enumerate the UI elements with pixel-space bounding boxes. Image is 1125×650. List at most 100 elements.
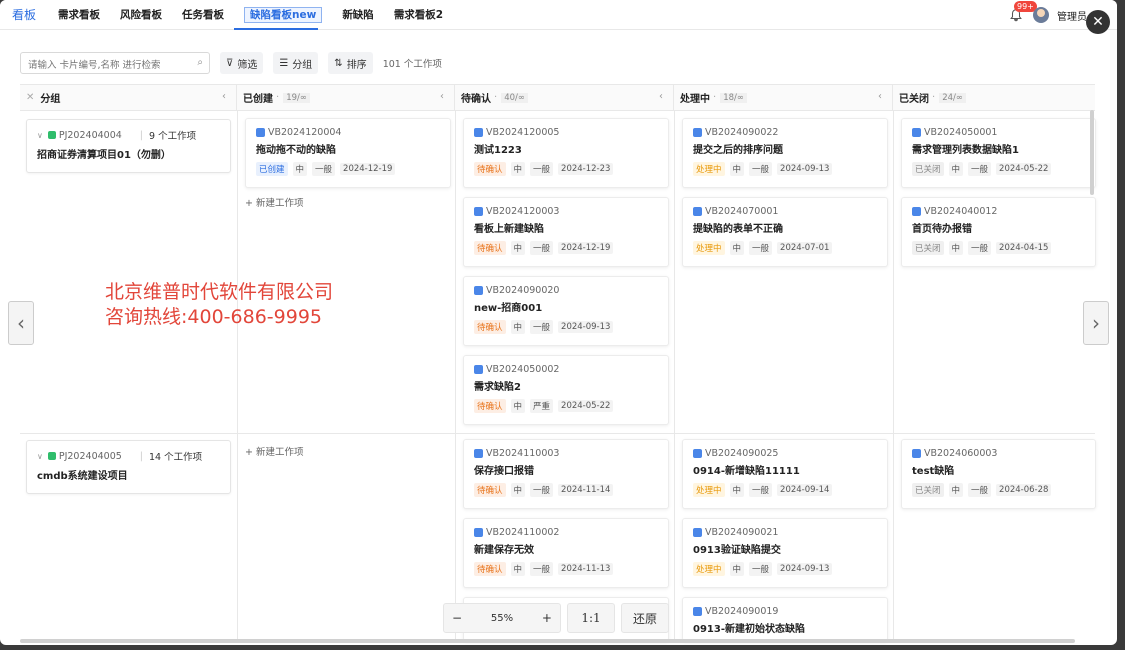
tab-new-defect[interactable]: 新缺陷 bbox=[332, 0, 384, 30]
work-item-card[interactable]: VB2024050001 需求管理列表数据缺陷1 已关闭中一般 2024-05-22 bbox=[901, 118, 1096, 188]
sort-button[interactable]: ⇅ 排序 bbox=[328, 52, 373, 74]
date-badge: 2024-05-22 bbox=[558, 400, 614, 412]
zoom-out-button[interactable]: − bbox=[452, 611, 462, 625]
card-tags: 已关闭中一般 2024-06-28 bbox=[912, 483, 1085, 497]
filter-button[interactable]: ⊽ 筛选 bbox=[220, 52, 264, 74]
defect-type-icon bbox=[912, 128, 921, 137]
board-toolbar: ⌕ ⊽筛选 ☰分组 ⇅排序 101 个工作项 bbox=[20, 52, 442, 76]
group-id: PJ202404005 bbox=[58, 450, 122, 462]
work-item-card[interactable]: VB2024090021 0913验证缺陷提交 处理中中一般 2024-09-13 bbox=[682, 518, 888, 588]
work-item-card[interactable]: VB2024090022 提交之后的排序问题 处理中中一般 2024-09-13 bbox=[682, 118, 888, 188]
chevron-down-icon[interactable]: ∨ bbox=[37, 452, 43, 461]
chevron-left-icon[interactable]: ‹ bbox=[222, 91, 226, 102]
collapse-all-icon[interactable]: ✕ bbox=[26, 92, 34, 103]
search-box: ⌕ bbox=[20, 52, 210, 76]
chevron-left-icon[interactable]: ‹ bbox=[440, 91, 444, 102]
tab-task-board[interactable]: 任务看板 bbox=[172, 0, 234, 30]
work-item-card[interactable]: VB2024090025 0914-新增缺陷11111 处理中中一般 2024-09-… bbox=[682, 439, 888, 509]
scroll-left-button[interactable]: ‹ bbox=[8, 301, 34, 345]
severity-badge: 一般 bbox=[968, 241, 992, 255]
group-card[interactable]: ∨ PJ202404005 | 14 个工作项 cmdb系统建设项目 bbox=[26, 440, 231, 494]
username[interactable]: 管理员 bbox=[1057, 8, 1087, 23]
work-item-card[interactable]: VB2024120003 看板上新建缺陷 待确认中一般 2024-12-19 bbox=[463, 197, 669, 267]
card-title: 提交之后的排序问题 bbox=[693, 145, 783, 156]
defect-type-icon bbox=[912, 449, 921, 458]
card-id: VB2024060003 bbox=[924, 448, 998, 459]
group-count: 14 个工作项 bbox=[149, 452, 203, 463]
new-item-button[interactable]: + 新建工作项 bbox=[245, 444, 304, 458]
work-item-card[interactable]: VB2024090019 0913-新建初始状态缺陷 bbox=[682, 597, 888, 641]
work-item-card[interactable]: VB2024060003 test缺陷 已关闭中一般 2024-06-28 bbox=[901, 439, 1096, 509]
work-item-card[interactable]: VB2024070001 提缺陷的表单不正确 处理中中一般 2024-07-01 bbox=[682, 197, 888, 267]
zoom-restore-button[interactable]: 还原 bbox=[621, 603, 669, 633]
card-title: 保存接口报错 bbox=[474, 466, 534, 477]
column-title: 分组 bbox=[40, 94, 61, 105]
card-id: VB2024120005 bbox=[486, 127, 560, 138]
zoom-controls: − 55% + 1:1 还原 bbox=[443, 603, 669, 633]
work-item-card[interactable]: VB2024090020 new-招商001 待确认中一般 2024-09-13 bbox=[463, 276, 669, 346]
project-icon bbox=[47, 452, 56, 460]
scroll-right-button[interactable]: › bbox=[1083, 301, 1109, 345]
defect-type-icon bbox=[693, 449, 702, 458]
card-title: new-招商001 bbox=[474, 303, 543, 314]
severity-badge: 一般 bbox=[530, 320, 554, 334]
zoom-reset-1to1-button[interactable]: 1:1 bbox=[567, 603, 615, 633]
chevron-left-icon[interactable]: ‹ bbox=[659, 91, 663, 102]
chevron-down-icon[interactable]: ∨ bbox=[37, 131, 43, 140]
card-id: VB2024040012 bbox=[924, 206, 998, 217]
group-button[interactable]: ☰ 分组 bbox=[273, 52, 319, 74]
status-badge: 已关闭 bbox=[912, 483, 944, 497]
column-divider bbox=[893, 111, 894, 641]
severity-badge: 一般 bbox=[968, 483, 992, 497]
card-id: VB2024050001 bbox=[924, 127, 998, 138]
notification-button[interactable]: 99+ bbox=[1009, 1, 1037, 23]
card-id: VB2024090025 bbox=[705, 448, 779, 459]
close-button[interactable]: ✕ bbox=[1086, 10, 1110, 34]
date-badge: 2024-06-28 bbox=[996, 484, 1052, 496]
date-badge: 2024-12-23 bbox=[558, 163, 614, 175]
search-icon[interactable]: ⌕ bbox=[197, 57, 203, 68]
project-icon bbox=[47, 131, 56, 139]
avatar[interactable] bbox=[1033, 7, 1049, 23]
work-item-card[interactable]: VB2024110002 新建保存无效 待确认中一般 2024-11-13 bbox=[463, 518, 669, 588]
column-header-processing: 处理中 · 18/∞ ‹ bbox=[674, 85, 893, 111]
column-title: 待确认 bbox=[461, 94, 491, 105]
filter-label: 筛选 bbox=[237, 59, 258, 71]
status-badge: 已关闭 bbox=[912, 241, 944, 255]
defect-type-icon bbox=[474, 449, 483, 458]
date-badge: 2024-12-19 bbox=[558, 242, 614, 254]
tab-requirement-board[interactable]: 需求看板 bbox=[48, 0, 110, 30]
tab-defect-board-new[interactable]: 缺陷看板new bbox=[234, 0, 332, 30]
zoom-in-button[interactable]: + bbox=[542, 611, 552, 625]
work-item-card[interactable]: VB2024120004 拖动拖不动的缺陷 已创建中一般 2024-12-19 bbox=[245, 118, 451, 188]
horizontal-scrollbar[interactable] bbox=[20, 639, 1075, 643]
tab-requirement-board-2[interactable]: 需求看板2 bbox=[384, 0, 453, 30]
work-item-card[interactable]: VB2024050002 需求缺陷2 待确认中严重 2024-05-22 bbox=[463, 355, 669, 425]
column-header-group: ✕ 分组 ‹ bbox=[20, 85, 237, 111]
priority-badge: 中 bbox=[510, 241, 526, 255]
priority-badge: 中 bbox=[729, 162, 745, 176]
work-item-card[interactable]: VB2024110003 保存接口报错 待确认中一般 2024-11-14 bbox=[463, 439, 669, 509]
defect-type-icon bbox=[474, 528, 483, 537]
card-id: VB2024110003 bbox=[486, 448, 560, 459]
status-badge: 待确认 bbox=[474, 483, 506, 497]
card-tags: 处理中中一般 2024-09-14 bbox=[693, 483, 877, 497]
tab-risk-board[interactable]: 风险看板 bbox=[110, 0, 172, 30]
status-badge: 待确认 bbox=[474, 320, 506, 334]
vertical-scrollbar[interactable] bbox=[1090, 110, 1094, 195]
date-badge: 2024-04-15 bbox=[996, 242, 1052, 254]
new-item-button[interactable]: + 新建工作项 bbox=[245, 195, 304, 209]
group-card[interactable]: ∨ PJ202404004 | 9 个工作项 招商证券清算项目01（勿删） bbox=[26, 119, 231, 173]
card-id: VB2024090022 bbox=[705, 127, 779, 138]
status-badge: 已创建 bbox=[256, 162, 288, 176]
search-input[interactable] bbox=[21, 55, 181, 76]
date-badge: 2024-05-22 bbox=[996, 163, 1052, 175]
column-header-created: 已创建 · 19/∞ ‹ bbox=[237, 85, 455, 111]
status-badge: 处理中 bbox=[693, 162, 725, 176]
severity-badge: 一般 bbox=[312, 162, 336, 176]
chevron-left-icon[interactable]: ‹ bbox=[878, 91, 882, 102]
work-item-card[interactable]: VB2024040012 首页待办报错 已关闭中一般 2024-04-15 bbox=[901, 197, 1096, 267]
work-item-card[interactable]: VB2024120005 测试1223 待确认中一般 2024-12-23 bbox=[463, 118, 669, 188]
zoom-level: 55% bbox=[490, 612, 514, 624]
date-badge: 2024-09-14 bbox=[777, 484, 833, 496]
